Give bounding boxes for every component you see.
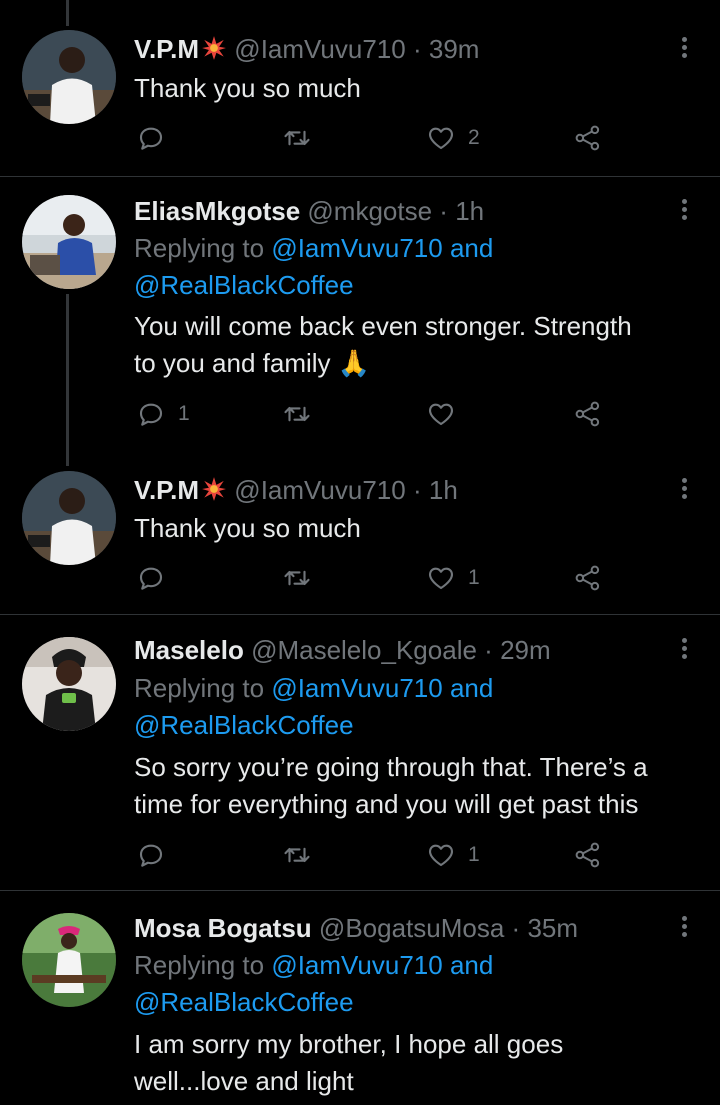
more-vertical-icon[interactable] (674, 913, 694, 941)
timestamp[interactable]: 1h (455, 196, 484, 226)
like-button[interactable]: 2 (426, 118, 480, 158)
tweet[interactable]: V.P.M @IamVuvu710 · 39m Thank you so muc… (0, 0, 720, 176)
tweet-text: I am sorry my brother, I hope all goes (134, 1029, 564, 1059)
timestamp[interactable]: 39m (429, 34, 480, 64)
tweet-text: Thank you so much (134, 513, 361, 543)
mention-link[interactable]: @IamVuvu710 and (271, 233, 493, 263)
like-button[interactable] (426, 394, 456, 434)
tweet-actions: 2 (0, 118, 720, 158)
reply-button[interactable] (136, 118, 166, 158)
user-handle[interactable]: @BogatsuMosa (319, 913, 504, 943)
replying-to: Replying to @IamVuvu710 and (134, 670, 493, 707)
retweet-icon (282, 123, 312, 153)
retweet-button[interactable] (282, 558, 312, 598)
share-button[interactable] (573, 558, 603, 598)
tweet[interactable]: Maselelo @Maselelo_Kgoale · 29m Replying… (0, 615, 720, 890)
share-icon (573, 840, 603, 870)
timestamp[interactable]: 1h (429, 475, 458, 505)
reply-icon (136, 563, 166, 593)
display-name[interactable]: Maselelo (134, 635, 244, 665)
mention-link[interactable]: @IamVuvu710 and (271, 673, 493, 703)
user-handle[interactable]: @IamVuvu710 (234, 475, 405, 505)
avatar[interactable] (22, 30, 116, 124)
mention-link[interactable]: @RealBlackCoffee (134, 707, 354, 744)
retweet-button[interactable] (282, 118, 312, 158)
replying-label: Replying to (134, 233, 265, 263)
tweet-text: You will come back even stronger. Streng… (134, 311, 632, 341)
praying-hands-emoji: 🙏 (337, 349, 371, 379)
dot-separator: · (511, 913, 521, 943)
tweet-text-line: to you and family 🙏 (134, 345, 370, 383)
sparkle-badge-icon (201, 34, 227, 70)
mention-link[interactable]: @RealBlackCoffee (134, 984, 354, 1021)
tweet[interactable]: V.P.M @IamVuvu710 · 1h Thank you so much… (0, 464, 720, 614)
more-vertical-icon[interactable] (674, 475, 694, 503)
tweet-actions: 1 (0, 835, 720, 875)
sparkle-badge-icon (201, 475, 227, 511)
retweet-icon (282, 563, 312, 593)
display-name[interactable]: V.P.M (134, 475, 199, 505)
tweet-text: well...love and light (134, 1066, 354, 1096)
heart-icon (426, 563, 456, 593)
tweet-text: Thank you so much (134, 73, 361, 103)
replying-to: Replying to @IamVuvu710 and (134, 947, 493, 984)
share-icon (573, 123, 603, 153)
like-count: 1 (468, 843, 480, 866)
dot-separator: · (412, 34, 422, 64)
replying-label: Replying to (134, 950, 265, 980)
tweet[interactable]: Mosa Bogatsu @BogatsuMosa · 35m Replying… (0, 891, 720, 1105)
retweet-icon (282, 399, 312, 429)
like-button[interactable]: 1 (426, 558, 480, 598)
mention-link[interactable]: @IamVuvu710 and (271, 950, 493, 980)
like-count: 2 (468, 126, 480, 149)
share-button[interactable] (573, 394, 603, 434)
replying-to: Replying to @IamVuvu710 and (134, 230, 493, 267)
display-name[interactable]: EliasMkgotse (134, 196, 300, 226)
share-button[interactable] (573, 835, 603, 875)
reply-button[interactable]: 1 (136, 394, 190, 434)
tweet-text: So sorry you’re going through that. Ther… (134, 752, 648, 782)
reply-count: 1 (178, 402, 190, 425)
tweet-actions: 1 (0, 394, 720, 434)
avatar[interactable] (22, 195, 116, 289)
like-count: 1 (468, 566, 480, 589)
retweet-button[interactable] (282, 835, 312, 875)
user-handle[interactable]: @mkgotse (307, 196, 432, 226)
tweet-text: time for everything and you will get pas… (134, 789, 639, 819)
dot-separator: · (412, 475, 422, 505)
dot-separator: · (439, 196, 448, 226)
reply-icon (136, 840, 166, 870)
more-vertical-icon[interactable] (674, 196, 694, 224)
retweet-button[interactable] (282, 394, 312, 434)
mention-link[interactable]: @RealBlackCoffee (134, 267, 354, 304)
tweet[interactable]: EliasMkgotse @mkgotse · 1h Replying to @… (0, 177, 720, 464)
replying-label: Replying to (134, 673, 265, 703)
heart-icon (426, 840, 456, 870)
avatar[interactable] (22, 471, 116, 565)
heart-icon (426, 123, 456, 153)
share-icon (573, 399, 603, 429)
more-vertical-icon[interactable] (674, 635, 694, 663)
tweet-text: to you and family (134, 348, 331, 378)
reply-icon (136, 123, 166, 153)
reply-button[interactable] (136, 835, 166, 875)
avatar[interactable] (22, 913, 116, 1007)
dot-separator: · (484, 635, 493, 665)
more-vertical-icon[interactable] (674, 34, 694, 62)
retweet-icon (282, 840, 312, 870)
display-name[interactable]: V.P.M (134, 34, 199, 64)
share-icon (573, 563, 603, 593)
timestamp[interactable]: 29m (500, 635, 551, 665)
tweet-actions: 1 (0, 558, 720, 598)
reply-button[interactable] (136, 558, 166, 598)
heart-icon (426, 399, 456, 429)
timestamp[interactable]: 35m (527, 913, 578, 943)
share-button[interactable] (573, 118, 603, 158)
user-handle[interactable]: @IamVuvu710 (234, 34, 405, 64)
reply-icon (136, 399, 166, 429)
display-name[interactable]: Mosa Bogatsu (134, 913, 312, 943)
user-handle[interactable]: @Maselelo_Kgoale (251, 635, 477, 665)
avatar[interactable] (22, 637, 116, 731)
like-button[interactable]: 1 (426, 835, 480, 875)
